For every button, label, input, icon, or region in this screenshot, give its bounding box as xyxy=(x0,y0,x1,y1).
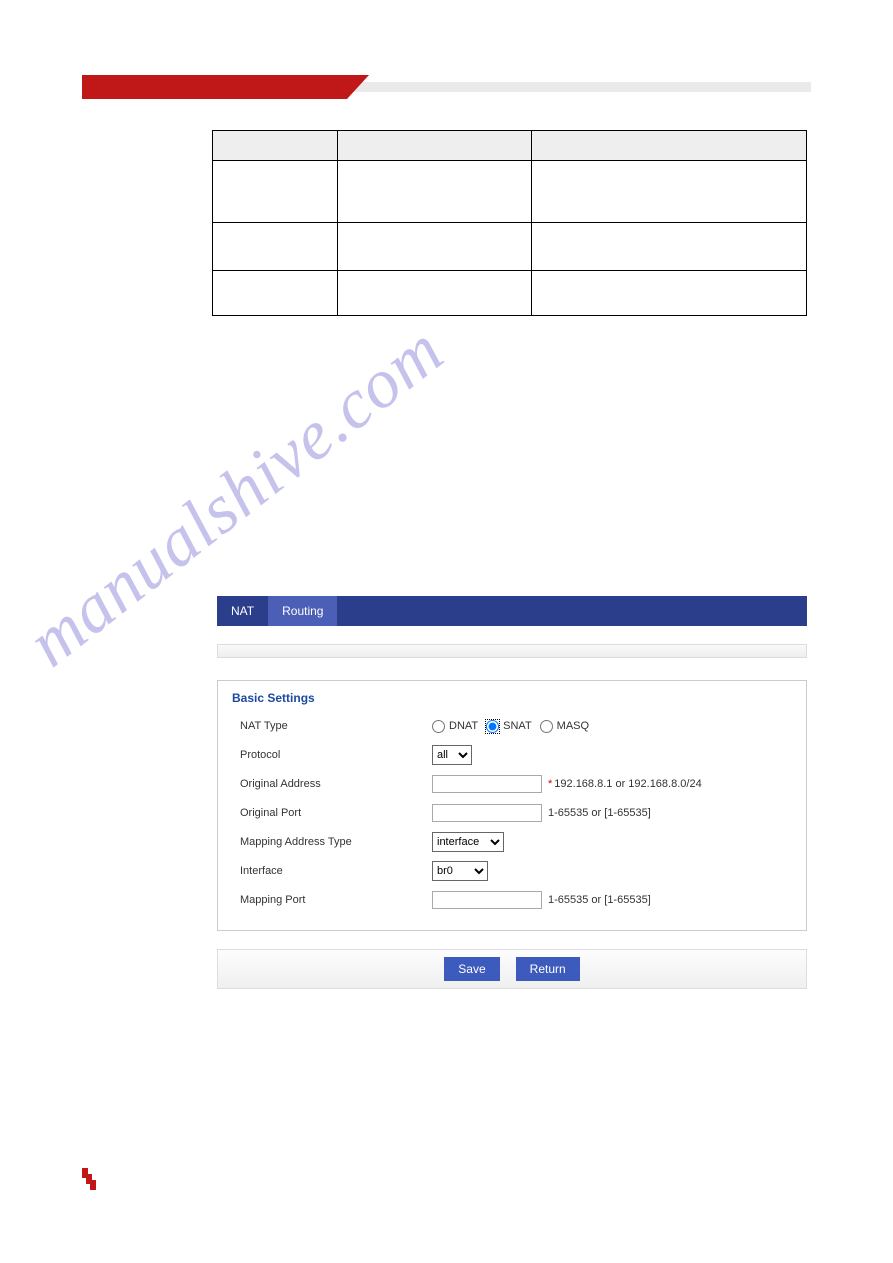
table-cell xyxy=(532,271,807,316)
data-table xyxy=(212,130,807,316)
snat-radio[interactable] xyxy=(486,720,499,733)
original-address-input[interactable] xyxy=(432,775,542,793)
table-header-cell xyxy=(337,131,532,161)
header-red-bar xyxy=(82,75,347,99)
table-header-cell xyxy=(532,131,807,161)
original-port-label: Original Port xyxy=(232,807,432,819)
masq-radio[interactable] xyxy=(540,720,553,733)
protocol-select[interactable]: all xyxy=(432,745,472,765)
interface-label: Interface xyxy=(232,865,432,877)
nat-config-panel: NAT Routing Basic Settings NAT Type DNAT… xyxy=(217,596,807,989)
table-cell xyxy=(337,223,532,271)
original-address-hint: *192.168.8.1 or 192.168.8.0/24 xyxy=(548,778,702,790)
mapping-port-label: Mapping Port xyxy=(232,894,432,906)
tab-nat[interactable]: NAT xyxy=(217,596,268,626)
toolbar-band xyxy=(217,644,807,658)
table-cell xyxy=(337,271,532,316)
basic-settings-fieldset: Basic Settings NAT Type DNAT SNAT MASQ P… xyxy=(217,680,807,931)
table-cell xyxy=(213,271,338,316)
mapping-address-type-select[interactable]: interface xyxy=(432,832,504,852)
original-address-label: Original Address xyxy=(232,778,432,790)
header-banner xyxy=(82,75,811,99)
save-button[interactable]: Save xyxy=(444,957,499,981)
table-cell xyxy=(213,223,338,271)
return-button[interactable]: Return xyxy=(516,957,580,981)
mapping-address-type-label: Mapping Address Type xyxy=(232,836,432,848)
original-port-input[interactable] xyxy=(432,804,542,822)
brand-logo-icon xyxy=(82,1168,96,1193)
table-cell xyxy=(532,161,807,223)
protocol-label: Protocol xyxy=(232,749,432,761)
snat-radio-label: SNAT xyxy=(503,720,532,732)
table-cell xyxy=(337,161,532,223)
table-cell xyxy=(213,161,338,223)
nat-type-radio-group: DNAT SNAT MASQ xyxy=(432,720,593,733)
nat-type-label: NAT Type xyxy=(232,720,432,732)
dnat-radio-label: DNAT xyxy=(449,720,478,732)
table-cell xyxy=(532,223,807,271)
mapping-port-hint: 1-65535 or [1-65535] xyxy=(548,894,651,906)
interface-select[interactable]: br0 xyxy=(432,861,488,881)
header-grey-bar xyxy=(347,82,811,92)
tab-bar: NAT Routing xyxy=(217,596,807,626)
masq-radio-label: MASQ xyxy=(557,720,589,732)
button-bar: Save Return xyxy=(217,949,807,989)
fieldset-legend: Basic Settings xyxy=(232,691,792,705)
tab-routing[interactable]: Routing xyxy=(268,596,337,626)
table-header-cell xyxy=(213,131,338,161)
mapping-port-input[interactable] xyxy=(432,891,542,909)
dnat-radio[interactable] xyxy=(432,720,445,733)
original-port-hint: 1-65535 or [1-65535] xyxy=(548,807,651,819)
